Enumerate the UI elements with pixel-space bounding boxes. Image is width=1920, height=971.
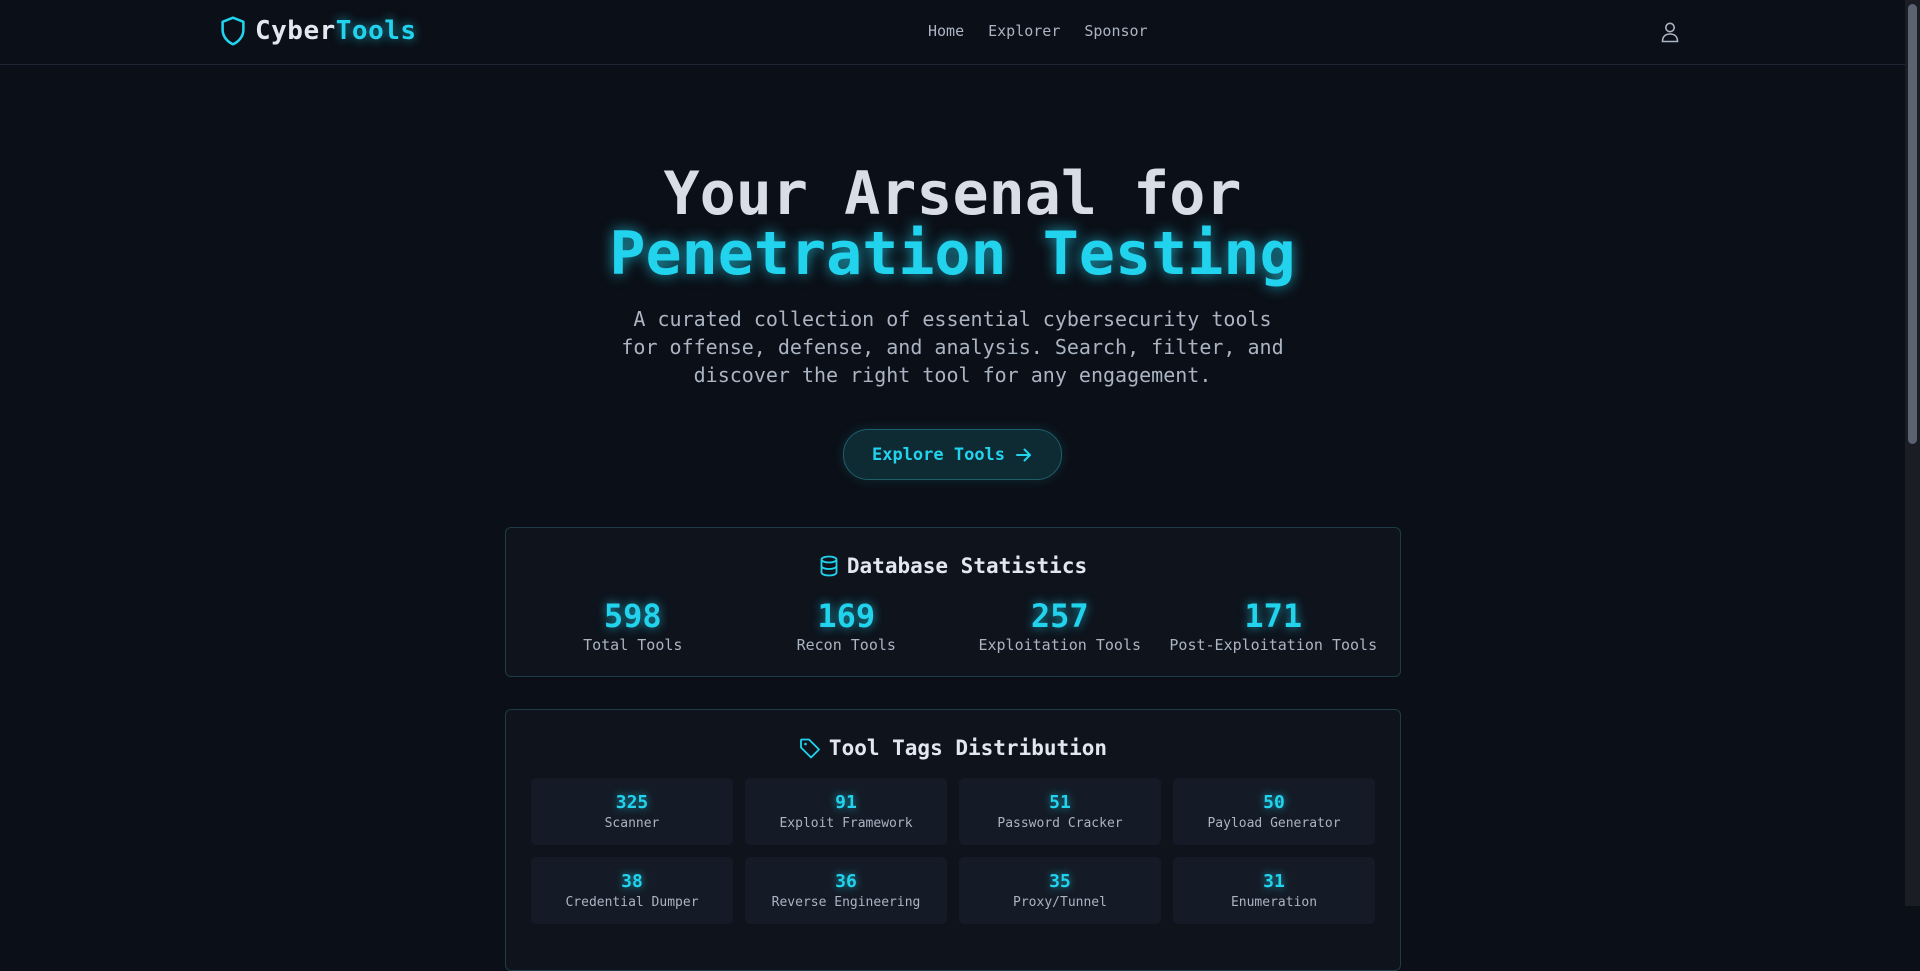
tag-credential-dumper[interactable]: 38 Credential Dumper [531,857,733,924]
tag-name: Credential Dumper [565,895,699,910]
tool-tags-card: Tool Tags Distribution 325 Scanner 91 Ex… [505,709,1401,971]
hero-subtitle: A curated collection of essential cybers… [621,307,1284,387]
tag-count: 51 [1049,792,1071,813]
scrollbar-thumb[interactable] [1908,4,1917,444]
tag-enumeration[interactable]: 31 Enumeration [1173,857,1375,924]
stat-label: Recon Tools [796,636,896,654]
tag-name: Password Cracker [997,816,1123,831]
tag-name: Proxy/Tunnel [1013,895,1107,910]
tag-count: 91 [835,792,857,813]
stat-label: Post-Exploitation Tools [1169,636,1378,654]
tag-count: 325 [615,792,649,813]
stat-post-exploitation-tools: 171 Post-Exploitation Tools [1167,598,1381,654]
hero-title-line2: Penetration Testing [609,219,1296,289]
tag-name: Payload Generator [1207,816,1341,831]
explore-tools-button[interactable]: Explore Tools [843,429,1062,480]
tag-scanner[interactable]: 325 Scanner [531,778,733,845]
shield-icon [221,16,245,46]
database-icon [820,555,838,577]
tags-title: Tool Tags Distribution [506,736,1400,760]
tag-payload-generator[interactable]: 50 Payload Generator [1173,778,1375,845]
stat-exploitation-tools: 257 Exploitation Tools [953,598,1167,654]
stats-row: 598 Total Tools 169 Recon Tools 257 Expl… [526,598,1380,654]
arrow-right-icon [1016,448,1032,461]
stat-recon-tools: 169 Recon Tools [740,598,954,654]
database-statistics-card: Database Statistics 598 Total Tools 169 … [505,527,1401,677]
stat-value: 598 [603,597,662,635]
tag-name: Exploit Framework [779,816,913,831]
hero-title-line1: Your Arsenal for [663,159,1242,229]
stats-title: Database Statistics [506,554,1400,578]
page-scrollbar[interactable] [1905,0,1920,906]
tag-name: Reverse Engineering [771,895,921,910]
stat-total-tools: 598 Total Tools [526,598,740,654]
tag-name: Scanner [604,816,660,831]
tag-name: Enumeration [1230,895,1318,910]
tag-count: 31 [1263,871,1285,892]
tag-icon [800,738,820,759]
tag-reverse-engineering[interactable]: 36 Reverse Engineering [745,857,947,924]
nav-sponsor[interactable]: Sponsor [1084,22,1147,40]
brand-logo[interactable]: CyberTools [219,16,417,46]
stat-value: 171 [1244,597,1303,635]
tag-count: 38 [621,871,643,892]
stat-value: 257 [1030,597,1089,635]
top-navbar: CyberTools Home Explorer Sponsor [0,0,1905,65]
explore-tools-label: Explore Tools [871,444,1006,465]
tag-count: 35 [1049,871,1071,892]
tag-proxy-tunnel[interactable]: 35 Proxy/Tunnel [959,857,1161,924]
stat-label: Exploitation Tools [978,636,1142,654]
user-icon[interactable] [1660,21,1680,43]
nav-explorer[interactable]: Explorer [988,22,1060,40]
tags-grid: 325 Scanner 91 Exploit Framework 51 Pass… [531,778,1375,924]
tag-count: 50 [1263,792,1285,813]
brand-name: CyberTools [255,16,417,46]
stat-value: 169 [817,597,876,635]
main-nav: Home Explorer Sponsor [928,22,1148,40]
nav-home[interactable]: Home [928,22,964,40]
tag-exploit-framework[interactable]: 91 Exploit Framework [745,778,947,845]
tag-count: 36 [835,871,857,892]
stat-label: Total Tools [583,636,683,654]
tag-password-cracker[interactable]: 51 Password Cracker [959,778,1161,845]
